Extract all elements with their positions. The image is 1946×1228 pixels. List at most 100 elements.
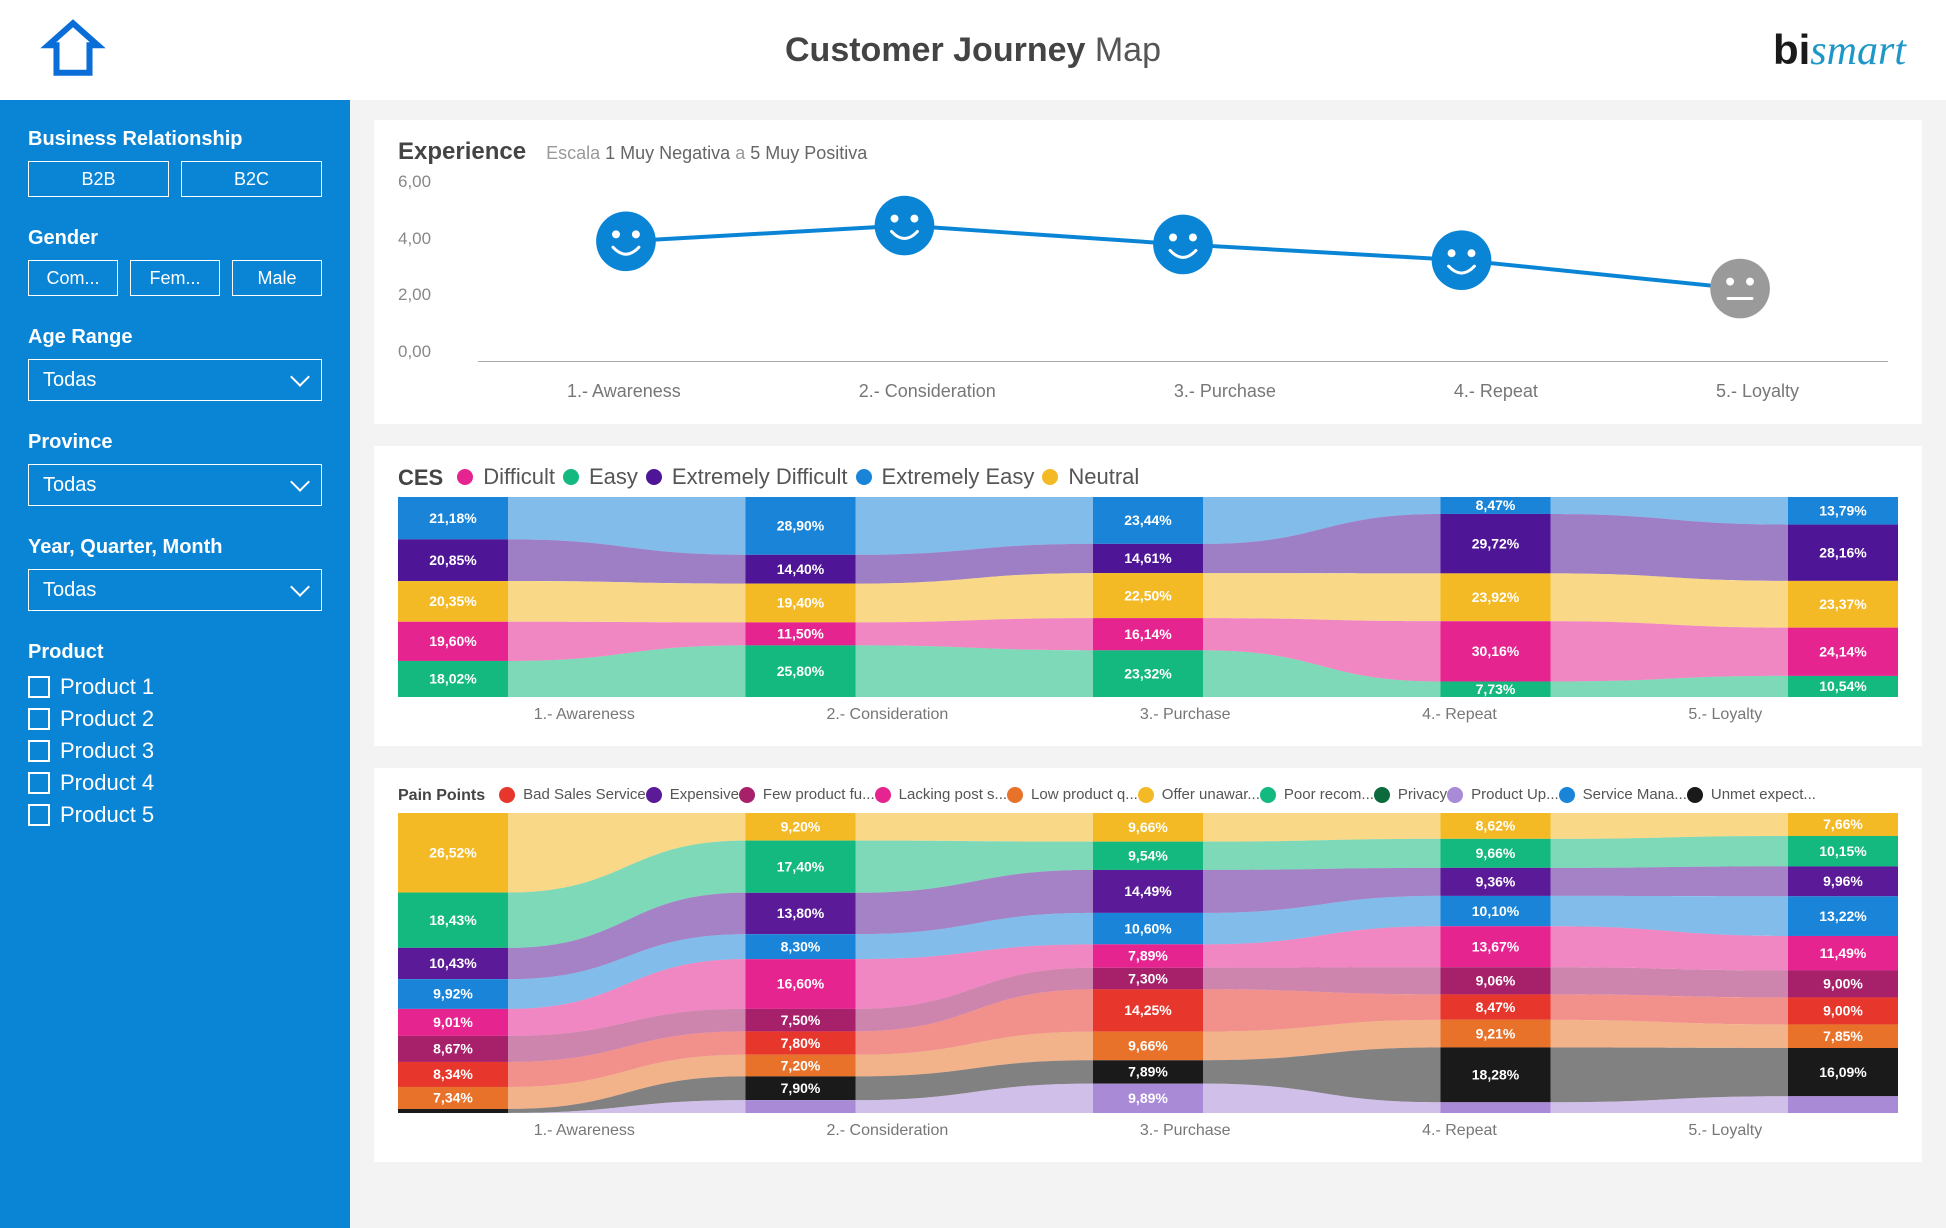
legend-label: Product Up... <box>1471 786 1559 803</box>
product-checkbox-item[interactable]: Product 5 <box>28 802 322 828</box>
legend-item[interactable]: Difficult <box>457 464 555 490</box>
filter-btn-business[interactable]: B2B <box>28 161 169 197</box>
experience-title: Experience <box>398 138 526 166</box>
select-age-range[interactable]: Todas <box>28 359 322 401</box>
svg-text:28,16%: 28,16% <box>1819 544 1867 560</box>
select-time[interactable]: Todas <box>28 569 322 611</box>
svg-text:23,32%: 23,32% <box>1124 665 1172 681</box>
svg-text:9,06%: 9,06% <box>1476 972 1516 988</box>
legend-label: Neutral <box>1068 464 1139 490</box>
svg-text:14,61%: 14,61% <box>1124 550 1172 566</box>
legend-label: Low product q... <box>1031 786 1138 803</box>
checkbox-icon <box>28 708 50 730</box>
legend-item[interactable]: Few product fu... <box>739 786 875 803</box>
svg-text:29,72%: 29,72% <box>1472 535 1520 551</box>
home-icon[interactable] <box>40 15 106 86</box>
svg-text:10,43%: 10,43% <box>429 955 477 971</box>
legend-item[interactable]: Privacy <box>1374 786 1447 803</box>
svg-text:7,66%: 7,66% <box>1823 816 1863 832</box>
svg-text:8,30%: 8,30% <box>781 938 821 954</box>
checkbox-icon <box>28 676 50 698</box>
legend-item[interactable]: Lacking post s... <box>875 786 1007 803</box>
pp-legend: Pain Points Bad Sales Service ExpensiveFe… <box>398 786 1898 807</box>
legend-label: Expensive <box>670 786 739 803</box>
svg-text:16,14%: 16,14% <box>1124 626 1172 642</box>
svg-text:13,79%: 13,79% <box>1819 502 1867 518</box>
painpoints-chart[interactable]: 26,52%18,43%10,43%9,92%9,01%8,67%8,34%7,… <box>398 813 1898 1113</box>
legend-label: Poor recom... <box>1284 786 1374 803</box>
svg-text:14,40%: 14,40% <box>777 561 825 577</box>
experience-card: Experience Escala 1 Muy Negativa a 5 Muy… <box>374 120 1922 424</box>
svg-text:9,01%: 9,01% <box>433 1014 473 1030</box>
legend-dot-icon <box>1559 787 1575 803</box>
svg-text:20,85%: 20,85% <box>429 552 477 568</box>
svg-text:9,89%: 9,89% <box>1128 1090 1168 1106</box>
legend-item[interactable]: Expensive <box>646 786 739 803</box>
legend-label: Extremely Easy <box>882 464 1035 490</box>
svg-text:9,66%: 9,66% <box>1128 819 1168 835</box>
svg-text:11,49%: 11,49% <box>1820 944 1867 960</box>
checkbox-icon <box>28 740 50 762</box>
main: Experience Escala 1 Muy Negativa a 5 Muy… <box>350 100 1946 1228</box>
legend-item[interactable]: Poor recom... <box>1260 786 1374 803</box>
legend-item[interactable]: Product Up... <box>1447 786 1559 803</box>
svg-text:7,73%: 7,73% <box>1476 681 1516 697</box>
product-checkbox-item[interactable]: Product 2 <box>28 706 322 732</box>
svg-text:24,14%: 24,14% <box>1819 643 1867 659</box>
filter-label-time: Year, Quarter, Month <box>28 536 322 559</box>
filter-label-age: Age Range <box>28 326 322 349</box>
pp-title: Pain Points <box>398 787 485 805</box>
legend-label: Service Mana... <box>1583 786 1687 803</box>
legend-item[interactable]: Service Mana... <box>1559 786 1687 803</box>
svg-text:8,47%: 8,47% <box>1476 497 1516 513</box>
filter-btn-business[interactable]: B2C <box>181 161 322 197</box>
legend-item[interactable]: Unmet expect... <box>1687 786 1816 803</box>
legend-dot-icon <box>1260 787 1276 803</box>
ces-chart[interactable]: 21,18%20,85%20,35%19,60%18,02%28,90%14,4… <box>398 497 1898 697</box>
filter-label-product: Product <box>28 641 322 664</box>
legend-dot-icon <box>739 787 755 803</box>
select-province[interactable]: Todas <box>28 464 322 506</box>
brand-logo: bismart <box>1773 26 1906 75</box>
filter-label-gender: Gender <box>28 227 322 250</box>
product-checkbox-item[interactable]: Product 3 <box>28 738 322 764</box>
filter-btn-gender[interactable]: Fem... <box>130 260 220 296</box>
legend-dot-icon <box>646 787 662 803</box>
legend-dot-icon <box>1447 787 1463 803</box>
svg-text:23,37%: 23,37% <box>1819 596 1867 612</box>
sidebar: Business Relationship B2B B2C Gender Com.… <box>0 100 350 1228</box>
legend-item[interactable]: Offer unawar... <box>1138 786 1260 803</box>
svg-text:28,90%: 28,90% <box>777 518 825 534</box>
svg-text:30,16%: 30,16% <box>1472 643 1520 659</box>
legend-item[interactable]: Low product q... <box>1007 786 1138 803</box>
svg-text:18,28%: 18,28% <box>1472 1066 1520 1082</box>
svg-text:7,85%: 7,85% <box>1823 1027 1863 1043</box>
legend-label: Difficult <box>483 464 555 490</box>
legend-item[interactable]: Easy <box>563 464 638 490</box>
svg-text:11,50%: 11,50% <box>777 626 824 642</box>
legend-item[interactable]: Neutral <box>1042 464 1139 490</box>
experience-subtitle: Escala 1 Muy Negativa a 5 Muy Positiva <box>546 143 867 164</box>
svg-text:9,66%: 9,66% <box>1128 1037 1168 1053</box>
legend-item[interactable]: Extremely Easy <box>856 464 1035 490</box>
filter-label-business: Business Relationship <box>28 128 322 151</box>
filter-btn-gender[interactable]: Com... <box>28 260 118 296</box>
checkbox-icon <box>28 804 50 826</box>
ces-legend: CES DifficultEasyExtremely DifficultExtr… <box>398 464 1898 491</box>
legend-dot-icon <box>457 469 473 485</box>
legend-item[interactable]: Bad Sales Service <box>499 786 646 803</box>
product-checkbox-item[interactable]: Product 4 <box>28 770 322 796</box>
legend-label: Privacy <box>1398 786 1447 803</box>
experience-chart[interactable] <box>478 172 1888 361</box>
legend-dot-icon <box>1042 469 1058 485</box>
svg-text:18,43%: 18,43% <box>429 911 477 927</box>
svg-text:25,80%: 25,80% <box>777 663 825 679</box>
filter-btn-gender[interactable]: Male <box>232 260 322 296</box>
svg-text:13,22%: 13,22% <box>1819 907 1867 923</box>
legend-item[interactable]: Extremely Difficult <box>646 464 848 490</box>
product-checkbox-item[interactable]: Product 1 <box>28 674 322 700</box>
chevron-down-icon <box>290 367 310 387</box>
svg-text:16,60%: 16,60% <box>777 975 825 991</box>
svg-text:7,80%: 7,80% <box>781 1034 821 1050</box>
svg-text:10,10%: 10,10% <box>1472 902 1520 918</box>
